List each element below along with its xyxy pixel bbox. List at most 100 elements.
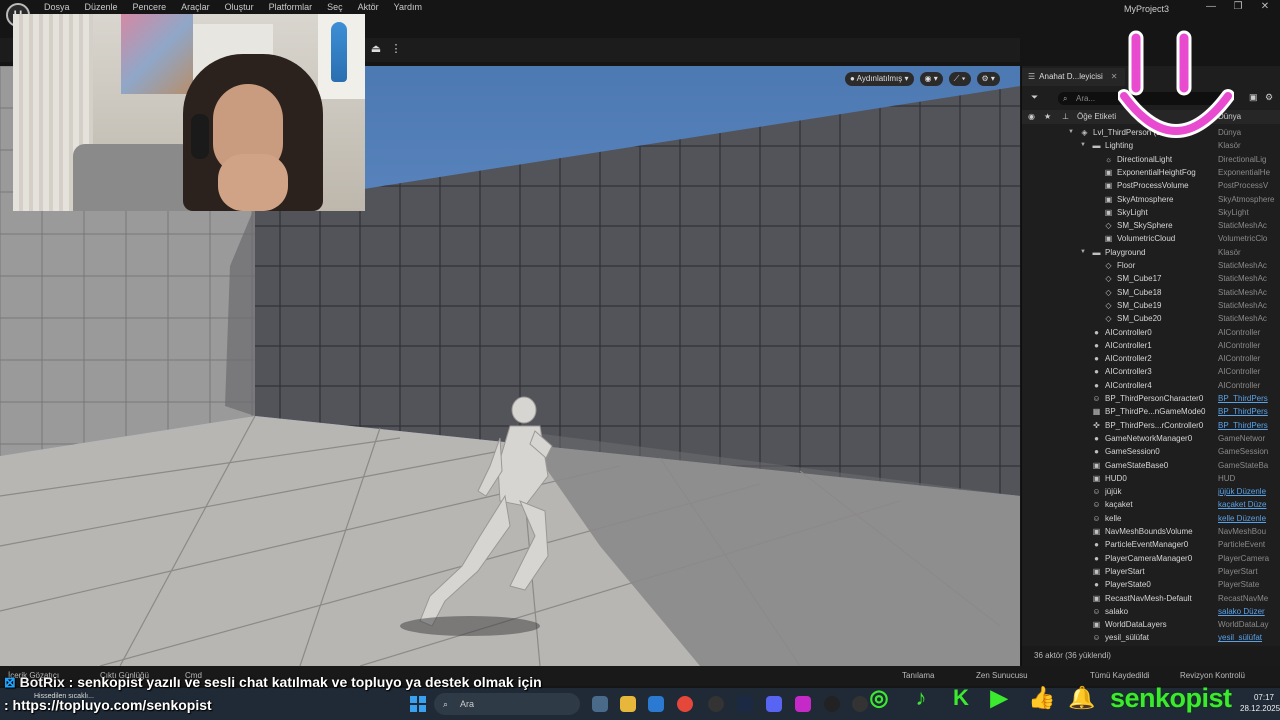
outliner-row[interactable]: ▼ ▬ Playground Klasör <box>1022 246 1280 259</box>
outliner-row[interactable]: ◇ SM_Cube18 StaticMeshAc <box>1022 286 1280 299</box>
outliner-row[interactable]: ● GameNetworkManager0 GameNetwor <box>1022 432 1280 445</box>
outliner-row[interactable]: ▣ WorldDataLayers WorldDataLay <box>1022 618 1280 631</box>
outliner-row[interactable]: ☺ kelle kelle Düzenle <box>1022 512 1280 525</box>
outliner-row[interactable]: ● ParticleEventManager0 ParticleEvent <box>1022 538 1280 551</box>
outliner-panel: ☰ Anahat D...leyicisi ✕ ⏷ ⌕ Ara... ▣ ⚙ ◉ ★… <box>1021 66 1280 666</box>
outliner-row[interactable]: ▣ RecastNavMesh-Default RecastNavMe <box>1022 592 1280 605</box>
outliner-item-label: SM_Cube20 <box>1117 314 1162 324</box>
zen-server-button[interactable]: Zen Sunucusu <box>976 671 1028 680</box>
outliner-tree: ▼ ◈ Lvl_ThirdPerson (Editör) Dünya ▼ ▬ Lightin… <box>1022 126 1280 646</box>
outliner-row[interactable]: ☺ salako salako Düzer <box>1022 605 1280 618</box>
outliner-row[interactable]: ◇ SM_SkySphere StaticMeshAc <box>1022 219 1280 232</box>
close-button[interactable]: ✕ <box>1255 1 1275 12</box>
outliner-row[interactable]: ● PlayerCameraManager0 PlayerCamera <box>1022 552 1280 565</box>
outliner-row[interactable]: ● AIController1 AIController <box>1022 339 1280 352</box>
outliner-row[interactable]: ☺ BP_ThirdPersonCharacter0 BP_ThirdPers <box>1022 392 1280 405</box>
lit-mode-dropdown[interactable]: ● Aydınlatılmış ▾ <box>845 72 914 86</box>
revision-control-button[interactable]: Revizyon Kontrolü <box>1180 671 1245 680</box>
eject-icon[interactable]: ⏏ <box>368 42 384 58</box>
outliner-row[interactable]: ☼ DirectionalLight DirectionalLig <box>1022 153 1280 166</box>
outliner-row[interactable]: ▣ PlayerStart PlayerStart <box>1022 565 1280 578</box>
outliner-item-type[interactable]: BP_ThirdPers <box>1218 392 1280 405</box>
outliner-row[interactable]: ▣ SkyAtmosphere SkyAtmosphere <box>1022 193 1280 206</box>
transform-button[interactable]: ⟋ ▾ <box>948 72 971 86</box>
mesh-icon: ◇ <box>1105 274 1112 284</box>
more-options-icon[interactable]: ⋮ <box>388 42 404 58</box>
tab-outliner[interactable]: ☰ Anahat D...leyicisi ✕ <box>1022 68 1126 86</box>
outliner-item-type[interactable]: kelle Düzenle <box>1218 512 1280 525</box>
menu-oluştur[interactable]: Oluştur <box>225 2 254 12</box>
outliner-status: 36 aktör (36 yüklendi) <box>1022 646 1280 666</box>
visibility-column-icon[interactable]: ◉ <box>1028 110 1035 124</box>
outliner-item-type[interactable]: kaçaket Düze <box>1218 498 1280 511</box>
outliner-item-type: StaticMeshAc <box>1218 314 1267 324</box>
minimize-button[interactable]: — <box>1201 1 1221 12</box>
outliner-row[interactable]: ☺ jüjük jüjük Düzenle <box>1022 485 1280 498</box>
filter-icon[interactable]: ⏷ <box>1031 92 1038 103</box>
outliner-row[interactable]: ▣ NavMeshBoundsVolume NavMeshBou <box>1022 525 1280 538</box>
menu-pencere[interactable]: Pencere <box>133 2 167 12</box>
outliner-row[interactable]: ◇ SM_Cube17 StaticMeshAc <box>1022 272 1280 285</box>
diagnostics-button[interactable]: Tanılama <box>902 671 934 680</box>
expand-arrow-icon[interactable]: ▼ <box>1080 246 1086 259</box>
outliner-row[interactable]: ☺ kaçaket kaçaket Düze <box>1022 498 1280 511</box>
outliner-row[interactable]: ▣ ExponentialHeightFog ExponentialHe <box>1022 166 1280 179</box>
outliner-row[interactable]: ▦ BP_ThirdPe...nGameMode0 BP_ThirdPers <box>1022 405 1280 418</box>
outliner-row[interactable]: ◇ SM_Cube20 StaticMeshAc <box>1022 312 1280 325</box>
menu-araçlar[interactable]: Araçlar <box>181 2 210 12</box>
outliner-row[interactable]: ▣ HUD0 HUD <box>1022 472 1280 485</box>
obs-icon[interactable] <box>708 696 724 712</box>
pin-column-icon[interactable]: ⊥ <box>1062 110 1069 124</box>
add-folder-icon[interactable]: ▣ <box>1249 92 1258 103</box>
favorite-column-icon[interactable]: ★ <box>1044 110 1051 124</box>
actor-icon: ▣ <box>1092 620 1101 630</box>
all-saved-button[interactable]: Tümü Kaydedildi <box>1090 671 1150 680</box>
outliner-item-type[interactable]: BP_ThirdPers <box>1218 405 1280 418</box>
controller-icon: ● <box>1094 447 1099 457</box>
menu-seç[interactable]: Seç <box>327 2 343 12</box>
menu-yardım[interactable]: Yardım <box>394 2 422 12</box>
outliner-item-type[interactable]: jüjük Düzenle <box>1218 485 1280 498</box>
close-tab-icon[interactable]: ✕ <box>1111 72 1118 81</box>
menu-aktör[interactable]: Aktör <box>358 2 379 12</box>
outliner-row[interactable]: ◇ SM_Cube19 StaticMeshAc <box>1022 299 1280 312</box>
outliner-row[interactable]: ▣ PostProcessVolume PostProcessV <box>1022 179 1280 192</box>
task-view-icon[interactable] <box>592 696 608 712</box>
expand-arrow-icon[interactable]: ▼ <box>1080 139 1086 152</box>
item-label-column[interactable]: Öğe Etiketi <box>1077 110 1116 124</box>
menu-düzenle[interactable]: Düzenle <box>85 2 118 12</box>
menu-dosya[interactable]: Dosya <box>44 2 70 12</box>
menu-platformlar[interactable]: Platformlar <box>269 2 313 12</box>
outliner-item-type[interactable]: yesil_sülüfat <box>1218 631 1280 644</box>
instagram-icon: ◎ <box>869 685 889 710</box>
unreal-engine-icon[interactable] <box>824 696 840 712</box>
outliner-row[interactable]: ● GameSession0 GameSession <box>1022 445 1280 458</box>
outliner-row[interactable]: ◇ Floor StaticMeshAc <box>1022 259 1280 272</box>
outliner-row[interactable]: ▣ GameStateBase0 GameStateBa <box>1022 459 1280 472</box>
viewport-settings-button[interactable]: ⚙ ▾ <box>976 72 1000 86</box>
outliner-item-type[interactable]: BP_ThirdPers <box>1218 419 1280 432</box>
store-icon[interactable] <box>648 696 664 712</box>
outliner-row[interactable]: ☺ yesil_sülüfat yesil_sülüfat <box>1022 631 1280 644</box>
chrome-icon[interactable] <box>677 696 693 712</box>
outliner-row[interactable]: ● AIController0 AIController <box>1022 326 1280 339</box>
outliner-row[interactable]: ▣ VolumetricCloud VolumetricClo <box>1022 232 1280 245</box>
show-flags-button[interactable]: ◉ ▾ <box>919 72 943 86</box>
outliner-item-type[interactable]: salako Düzer <box>1218 605 1280 618</box>
outliner-row[interactable]: ● AIController4 AIController <box>1022 379 1280 392</box>
taskbar-search-input[interactable]: ⌕ Ara <box>434 693 580 715</box>
windows-start-icon[interactable] <box>410 696 426 712</box>
outliner-row[interactable]: ▣ SkyLight SkyLight <box>1022 206 1280 219</box>
outliner-row[interactable]: ● PlayerState0 PlayerState <box>1022 578 1280 591</box>
outliner-row[interactable]: ● AIController2 AIController <box>1022 352 1280 365</box>
settings-icon[interactable]: ⚙ <box>1265 92 1273 103</box>
steam-icon[interactable] <box>737 696 753 712</box>
outliner-row[interactable]: ✜ BP_ThirdPers...rController0 BP_ThirdPers <box>1022 419 1280 432</box>
search-icon: ⌕ <box>1063 94 1068 103</box>
file-explorer-icon[interactable] <box>620 696 636 712</box>
outliner-row[interactable]: ● AIController3 AIController <box>1022 365 1280 378</box>
discord-icon[interactable] <box>766 696 782 712</box>
expand-arrow-icon[interactable]: ▼ <box>1068 126 1074 139</box>
app-icon[interactable] <box>795 696 811 712</box>
maximize-button[interactable]: ❐ <box>1228 1 1248 12</box>
